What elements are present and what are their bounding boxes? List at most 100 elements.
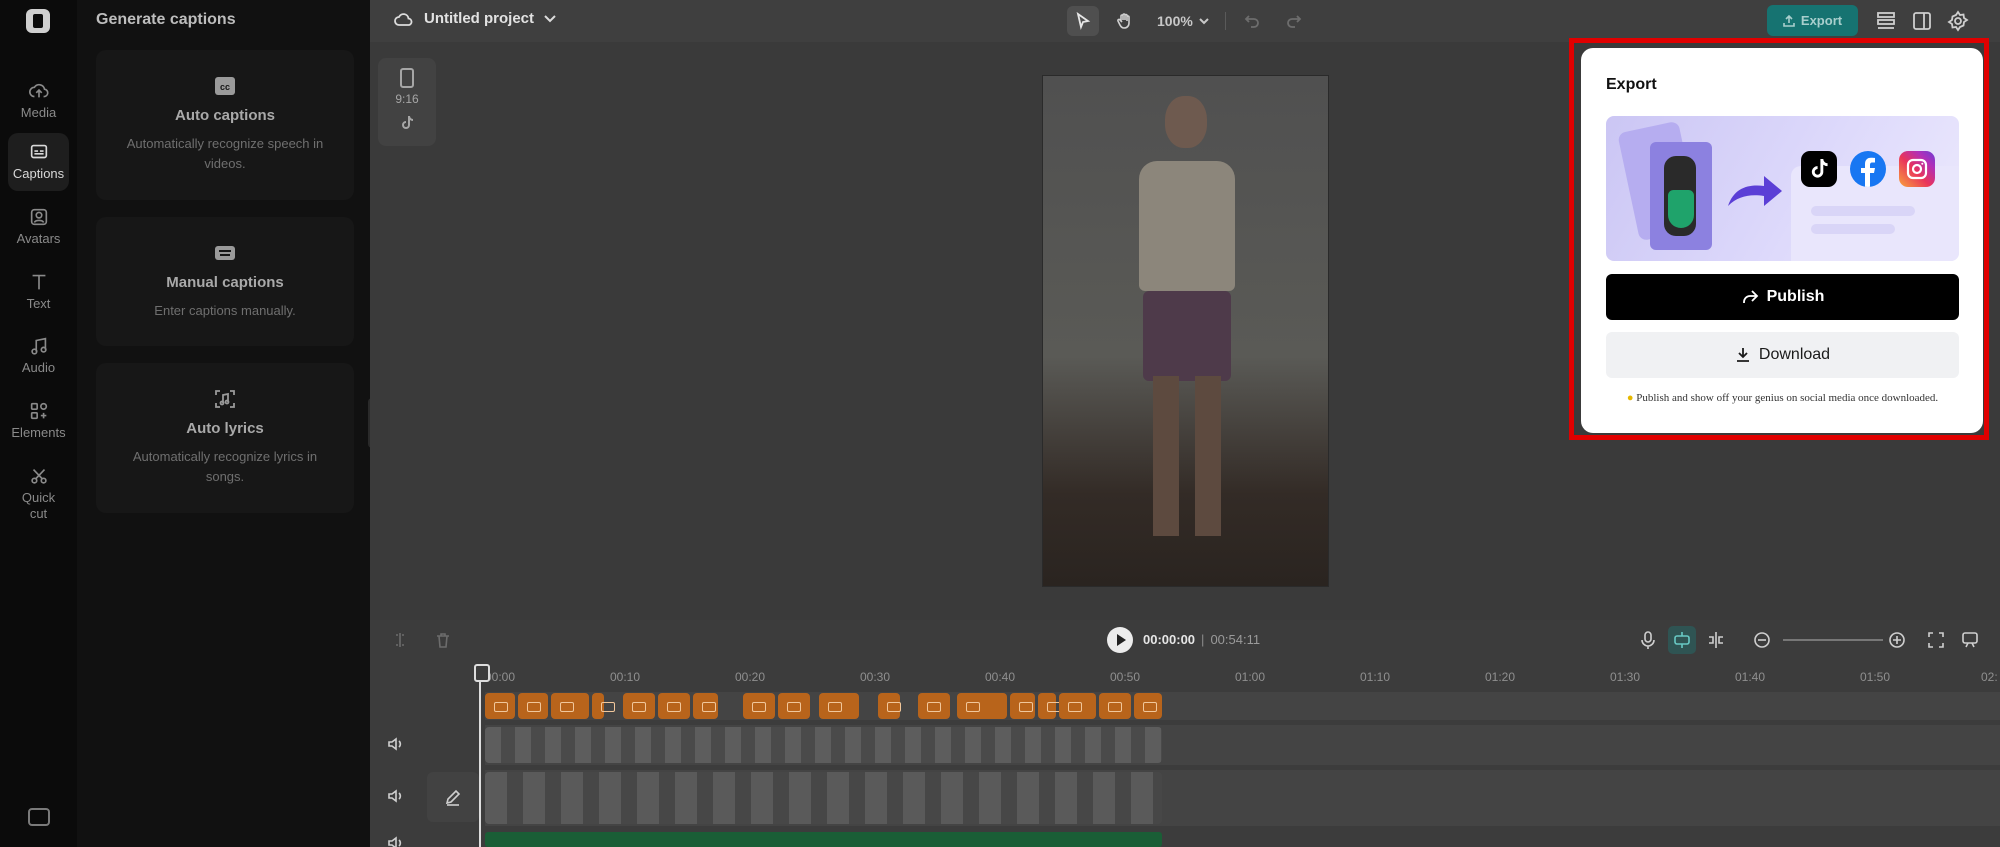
ruler-tick: 01:40 bbox=[1735, 670, 1766, 684]
preview-person-shorts bbox=[1143, 291, 1231, 381]
layers-icon[interactable] bbox=[1875, 10, 1897, 32]
scissors-icon bbox=[30, 469, 47, 484]
export-button[interactable]: Export bbox=[1767, 5, 1858, 36]
cc-icon: cc bbox=[215, 77, 235, 95]
current-time: 00:00:00 bbox=[1143, 632, 1196, 647]
zoom-level: 100% bbox=[1157, 13, 1193, 29]
caption-clip[interactable] bbox=[518, 693, 548, 719]
aspect-ratio-picker[interactable]: 9:16 bbox=[378, 58, 436, 146]
caption-clip[interactable] bbox=[658, 693, 690, 719]
zoom-dropdown[interactable]: 100% bbox=[1151, 13, 1215, 29]
rail-label: Quick cut bbox=[21, 490, 56, 521]
undo-icon bbox=[1244, 15, 1259, 28]
rail-label: Elements bbox=[11, 425, 66, 440]
divider bbox=[1224, 12, 1226, 30]
rail-item-audio[interactable]: Audio bbox=[8, 327, 69, 379]
rail-label: Captions bbox=[12, 166, 65, 181]
upload-icon bbox=[1783, 14, 1795, 27]
redo-button[interactable] bbox=[1278, 6, 1310, 36]
time-ruler[interactable]: 00:00 00:10 00:20 00:30 00:40 00:50 01:0… bbox=[485, 670, 2000, 690]
hand-icon bbox=[1117, 13, 1130, 29]
preview-person-leg bbox=[1195, 376, 1221, 536]
speaker-icon[interactable] bbox=[386, 787, 404, 805]
caption-clip[interactable] bbox=[918, 693, 950, 719]
split-view-icon[interactable] bbox=[1706, 630, 1726, 650]
speaker-icon[interactable] bbox=[386, 834, 404, 847]
rail-item-quick-cut[interactable]: Quick cut bbox=[8, 457, 69, 527]
caption-clip[interactable] bbox=[485, 693, 515, 719]
highlight-box bbox=[1569, 38, 1989, 440]
ratio-label: 9:16 bbox=[395, 92, 419, 106]
caption-clip[interactable] bbox=[778, 693, 810, 719]
rail-item-elements[interactable]: Elements bbox=[8, 392, 69, 444]
timeline-toolbar: 00:00:00 | 00:54:11 bbox=[370, 620, 2000, 660]
elements-icon bbox=[30, 402, 47, 420]
video-preview[interactable] bbox=[1042, 75, 1329, 587]
ruler-tick: 02: bbox=[1981, 670, 1998, 684]
app-logo[interactable] bbox=[26, 9, 50, 33]
cloud-icon bbox=[394, 12, 413, 26]
caption-clip[interactable] bbox=[957, 693, 1007, 719]
rail-label: Audio bbox=[21, 360, 56, 375]
ruler-tick: 00:20 bbox=[735, 670, 766, 684]
playhead[interactable] bbox=[474, 664, 490, 847]
hand-tool-button[interactable] bbox=[1109, 6, 1141, 36]
delete-trash-icon[interactable] bbox=[433, 630, 453, 650]
phone-icon bbox=[400, 68, 414, 88]
fullscreen-icon[interactable] bbox=[1926, 630, 1946, 650]
svg-text:cc: cc bbox=[220, 82, 230, 92]
panel-title: Generate captions bbox=[96, 11, 236, 28]
caption-clip[interactable] bbox=[1059, 693, 1096, 719]
undo-button[interactable] bbox=[1236, 6, 1268, 36]
card-desc: Enter captions manually. bbox=[154, 303, 296, 318]
card-desc: Automatically recognize lyrics in songs. bbox=[132, 449, 318, 484]
settings-gear-icon[interactable] bbox=[1947, 10, 1969, 32]
caption-clip[interactable] bbox=[623, 693, 655, 719]
preview-person-torso bbox=[1139, 161, 1235, 291]
caption-clip[interactable] bbox=[1099, 693, 1131, 719]
rail-item-avatars[interactable]: Avatars bbox=[8, 198, 69, 250]
video-clips-upper[interactable] bbox=[485, 727, 1162, 763]
microphone-icon[interactable] bbox=[1638, 630, 1658, 650]
cloud-upload-icon bbox=[28, 83, 49, 98]
caption-clip[interactable] bbox=[743, 693, 775, 719]
magnet-icon bbox=[1674, 632, 1690, 648]
caption-clip[interactable] bbox=[592, 693, 615, 719]
split-clip-icon[interactable] bbox=[390, 630, 410, 650]
keyboard-shortcuts-icon[interactable] bbox=[28, 808, 50, 826]
keyboard-icon bbox=[215, 246, 235, 260]
total-time: 00:54:11 bbox=[1210, 632, 1261, 647]
caption-clip[interactable] bbox=[1134, 693, 1162, 719]
rail-label: Avatars bbox=[16, 231, 61, 246]
speaker-icon[interactable] bbox=[386, 735, 404, 753]
ruler-tick: 00:10 bbox=[610, 670, 641, 684]
zoom-slider[interactable] bbox=[1783, 639, 1883, 641]
rail-item-text[interactable]: Text bbox=[8, 263, 69, 315]
project-title-area[interactable]: Untitled project bbox=[394, 10, 556, 27]
manual-captions-card[interactable]: Manual captions Enter captions manually. bbox=[96, 217, 354, 346]
rail-item-media[interactable]: Media bbox=[8, 72, 69, 124]
zoom-out-icon[interactable] bbox=[1752, 630, 1772, 650]
caption-clip[interactable] bbox=[1038, 693, 1061, 719]
select-tool-button[interactable] bbox=[1067, 6, 1099, 36]
feedback-icon[interactable] bbox=[1960, 630, 1980, 650]
auto-captions-card[interactable]: cc Auto captions Automatically recognize… bbox=[96, 50, 354, 200]
video-clips-main[interactable] bbox=[485, 772, 1162, 824]
caption-clip[interactable] bbox=[1010, 693, 1035, 719]
caption-clip[interactable] bbox=[819, 693, 859, 719]
auto-lyrics-card[interactable]: Auto lyrics Automatically recognize lyri… bbox=[96, 363, 354, 513]
captions-icon bbox=[30, 144, 47, 159]
rail-item-captions[interactable]: Captions bbox=[8, 133, 69, 191]
cover-edit-button[interactable] bbox=[427, 772, 479, 822]
split-layout-icon[interactable] bbox=[1911, 10, 1933, 32]
audio-clip[interactable] bbox=[485, 832, 1162, 847]
zoom-in-icon[interactable] bbox=[1887, 630, 1907, 650]
app-root: Media Captions Avatars Text Audio Elemen… bbox=[0, 0, 2000, 847]
caption-clip[interactable] bbox=[878, 693, 901, 719]
caption-clip[interactable] bbox=[551, 693, 589, 719]
caption-clip[interactable] bbox=[693, 693, 718, 719]
play-button[interactable] bbox=[1107, 627, 1133, 653]
top-bar: Untitled project 100% Export bbox=[370, 0, 2000, 42]
auto-snap-button[interactable] bbox=[1668, 626, 1696, 654]
pointer-icon bbox=[1076, 12, 1091, 30]
